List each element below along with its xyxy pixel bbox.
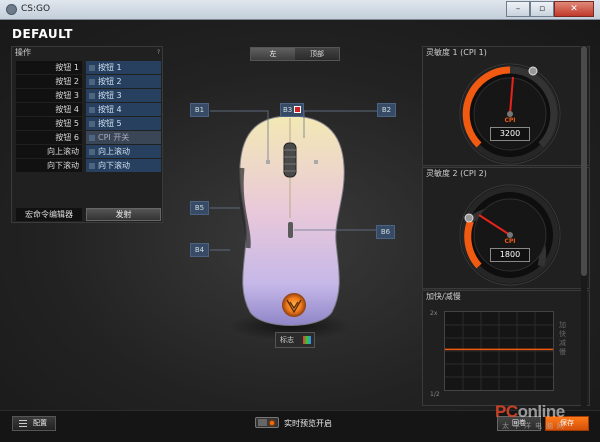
color-palette-icon xyxy=(303,336,311,344)
mouse-diagram: B1 B2 B3 B4 B5 B6 标志 xyxy=(180,68,410,368)
action-value[interactable]: 向下滚动 xyxy=(86,159,161,172)
mouse-icon xyxy=(89,107,95,113)
action-row[interactable]: 向下滚动 向下滚动 xyxy=(16,159,161,172)
mouse-icon xyxy=(89,65,95,71)
status-led-icon xyxy=(270,421,274,425)
action-value[interactable]: 按钮 4 xyxy=(86,103,161,116)
sensitivity-1-panel: 灵敏度 1 (CPI 1) ? CPI 3200 xyxy=(422,46,590,166)
profile-title: DEFAULT xyxy=(12,27,73,41)
color-swatch-icon xyxy=(294,106,301,113)
view-tabs: 左 顶部 xyxy=(250,47,340,61)
action-key: 向上滚动 xyxy=(16,145,82,158)
cpi-2-dial[interactable]: CPI 1800 xyxy=(457,182,563,288)
logo-illumination-button[interactable]: 标志 xyxy=(275,332,315,348)
mouse-button-b3[interactable]: B3 xyxy=(280,103,304,117)
macro-row: 宏命令编辑器 发射 xyxy=(16,208,161,221)
sensitivity-2-header: 灵敏度 2 (CPI 2) ? xyxy=(423,168,589,179)
action-key: 按钮 1 xyxy=(16,61,82,74)
maximize-button[interactable]: ▫ xyxy=(530,1,554,17)
mouse-icon xyxy=(89,79,95,85)
action-key: 按钮 3 xyxy=(16,89,82,102)
mouse-icon xyxy=(89,121,95,127)
action-value[interactable]: 按钮 3 xyxy=(86,89,161,102)
cpi-2-value[interactable]: 1800 xyxy=(490,248,530,262)
action-value[interactable]: 按钮 5 xyxy=(86,117,161,130)
action-row[interactable]: 按钮 5 按钮 5 xyxy=(16,117,161,130)
actions-title: 操作 xyxy=(15,48,31,57)
actions-panel: 操作 ? 按钮 1 按钮 1 按钮 2 按钮 2 按钮 3 按钮 3 按钮 4 … xyxy=(11,46,163,223)
action-value[interactable]: 向上滚动 xyxy=(86,145,161,158)
acceleration-title: 加快/减慢 xyxy=(426,292,461,301)
action-row[interactable]: 按钮 6 CPI 开关 xyxy=(16,131,161,144)
minimize-button[interactable]: – xyxy=(506,1,530,17)
action-key: 按钮 4 xyxy=(16,103,82,116)
app-body: DEFAULT 操作 ? 按钮 1 按钮 1 按钮 2 按钮 2 按钮 3 按钮… xyxy=(0,20,600,442)
watermark-subtitle: 太平洋电脑网 xyxy=(502,422,568,430)
accel-min-label: 1/2 xyxy=(430,391,440,398)
help-icon[interactable]: ? xyxy=(157,47,160,58)
acceleration-panel: 加快/减慢 ? 2x 1/2 加快减慢 xyxy=(422,290,590,406)
live-preview-label: 实时预览开启 xyxy=(284,419,332,428)
live-preview-toggle[interactable] xyxy=(255,417,279,428)
close-button[interactable]: ✕ xyxy=(554,1,594,17)
cpi-1-dial[interactable]: CPI 3200 xyxy=(457,61,563,167)
config-button[interactable]: 配置 xyxy=(12,416,56,431)
action-key: 按钮 2 xyxy=(16,75,82,88)
action-row[interactable]: 按钮 1 按钮 1 xyxy=(16,61,161,74)
action-value[interactable]: CPI 开关 xyxy=(86,131,161,144)
window-titlebar: CS:GO – ▫ ✕ xyxy=(0,0,600,20)
action-key: 按钮 5 xyxy=(16,117,82,130)
scrollbar-thumb[interactable] xyxy=(581,46,587,276)
tab-left[interactable]: 左 xyxy=(251,48,295,60)
cpi-icon xyxy=(89,135,95,141)
macro-editor-label: 宏命令编辑器 xyxy=(16,208,82,221)
accel-max-label: 2x xyxy=(430,310,438,317)
scroll-icon xyxy=(89,149,95,155)
sensitivity-2-title: 灵敏度 2 (CPI 2) xyxy=(426,169,487,178)
action-key: 按钮 6 xyxy=(16,131,82,144)
sensitivity-1-header: 灵敏度 1 (CPI 1) ? xyxy=(423,47,589,58)
mouse-icon xyxy=(89,93,95,99)
list-icon xyxy=(19,420,27,427)
action-row[interactable]: 按钮 2 按钮 2 xyxy=(16,75,161,88)
action-row[interactable]: 按钮 3 按钮 3 xyxy=(16,89,161,102)
action-key: 向下滚动 xyxy=(16,159,82,172)
cpi-1-value[interactable]: 3200 xyxy=(490,127,530,141)
mouse-button-b2[interactable]: B2 xyxy=(377,103,396,117)
action-value[interactable]: 按钮 1 xyxy=(86,61,161,74)
actions-panel-title: 操作 ? xyxy=(12,47,162,58)
accel-side-label: 加快减慢 xyxy=(559,321,566,356)
cpi-unit-label: CPI xyxy=(504,238,516,245)
pconline-watermark: PConline 太平洋电脑网 xyxy=(490,402,600,442)
action-row[interactable]: 按钮 4 按钮 4 xyxy=(16,103,161,116)
sensitivity-1-title: 灵敏度 1 (CPI 1) xyxy=(426,48,487,57)
sensitivity-2-panel: 灵敏度 2 (CPI 2) ? CPI 1800 xyxy=(422,167,590,289)
window-controls: – ▫ ✕ xyxy=(506,1,594,18)
app-icon xyxy=(6,4,17,15)
action-value[interactable]: 按钮 2 xyxy=(86,75,161,88)
acceleration-header: 加快/减慢 ? xyxy=(423,291,589,302)
fire-button[interactable]: 发射 xyxy=(86,208,161,221)
gauge-icon xyxy=(459,184,561,286)
acceleration-graph[interactable] xyxy=(444,311,554,391)
accel-curve xyxy=(445,312,553,390)
mouse-button-b1[interactable]: B1 xyxy=(190,103,209,117)
tab-top[interactable]: 顶部 xyxy=(295,48,339,60)
window-title: CS:GO xyxy=(21,4,51,14)
right-scrollbar[interactable] xyxy=(581,46,587,406)
watermark-logo: PConline xyxy=(495,402,565,421)
gauge-icon xyxy=(459,63,561,165)
mouse-button-b4[interactable]: B4 xyxy=(190,243,209,257)
mouse-button-b6[interactable]: B6 xyxy=(376,225,395,239)
scroll-icon xyxy=(89,163,95,169)
toggle-knob xyxy=(258,419,267,426)
action-row[interactable]: 向上滚动 向上滚动 xyxy=(16,145,161,158)
mouse-button-b5[interactable]: B5 xyxy=(190,201,209,215)
cpi-unit-label: CPI xyxy=(504,117,516,124)
